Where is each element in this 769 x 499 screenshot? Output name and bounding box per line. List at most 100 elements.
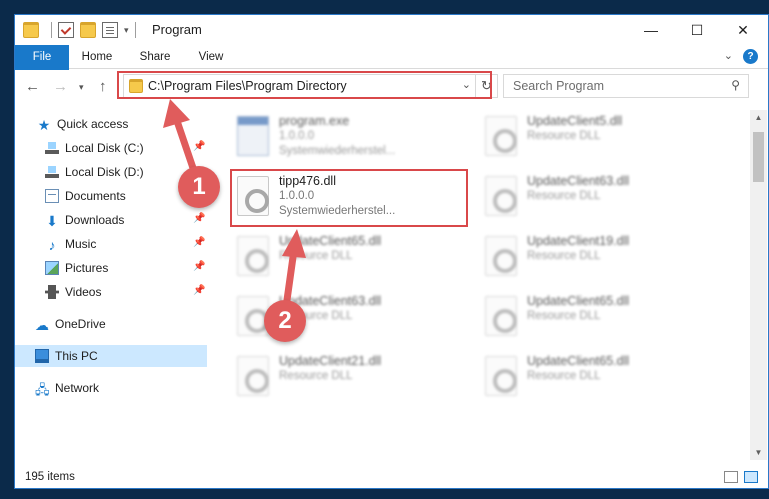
dll-gear-icon (237, 236, 269, 276)
file-description: Resource DLL (527, 310, 601, 322)
nav-item-quick-access[interactable]: ★ Quick access (37, 113, 207, 135)
address-highlight-box (117, 71, 492, 99)
folder-icon (23, 22, 39, 38)
pin-icon: 📌 (193, 141, 206, 152)
back-arrow-icon[interactable]: ← (25, 78, 40, 95)
file-name: UpdateClient21.dll (279, 354, 382, 368)
download-arrow-icon: ⬇ (46, 213, 58, 229)
search-box[interactable]: ⚲ (503, 74, 749, 98)
item-count: 195 items (25, 471, 75, 483)
maximize-button[interactable]: ☐ (674, 15, 720, 45)
file-item[interactable]: program.exe 1.0.0.0 Systemwiederherstel.… (233, 110, 473, 166)
cloud-icon: ☁ (35, 317, 49, 333)
documents-icon (45, 189, 59, 203)
network-icon: 🖧 (35, 382, 50, 397)
file-name: UpdateClient65.dll (527, 354, 630, 368)
file-name: UpdateClient5.dll (527, 114, 623, 128)
up-arrow-icon[interactable]: ↑ (99, 78, 107, 95)
vertical-scrollbar[interactable]: ▲ ▼ (750, 110, 767, 460)
details-view-icon[interactable] (724, 471, 738, 483)
pin-icon: 📌 (193, 261, 206, 272)
forward-arrow-icon[interactable]: → (53, 78, 68, 95)
nav-item-pictures[interactable]: Pictures (45, 257, 207, 279)
nav-item-label: Local Disk (C:) (65, 141, 144, 155)
chevron-down-icon[interactable]: ▾ (124, 25, 129, 36)
exe-file-icon (237, 116, 269, 156)
file-description: Resource DLL (279, 250, 353, 262)
nav-item-label: Quick access (57, 117, 129, 131)
file-item[interactable]: UpdateClient5.dll Resource DLL (481, 110, 721, 166)
tab-view[interactable]: View (191, 45, 231, 69)
file-item[interactable]: UpdateClient19.dll Resource DLL (481, 230, 721, 286)
tab-share[interactable]: Share (133, 45, 177, 69)
nav-item-label: Documents (65, 189, 126, 203)
navigation-pane: ★ Quick access Local Disk (C:) 📌 Local D… (15, 110, 207, 455)
file-name: program.exe (279, 114, 350, 128)
file-highlight-box (230, 169, 468, 227)
annotation-badge-2: 2 (264, 300, 306, 342)
properties-check-icon[interactable] (58, 22, 74, 38)
pin-icon: 📌 (193, 285, 206, 296)
file-name: UpdateClient65.dll (527, 294, 630, 308)
dll-gear-icon (485, 176, 517, 216)
expand-ribbon-icon[interactable]: ⌄ (724, 49, 733, 64)
customize-icon[interactable] (102, 22, 118, 38)
computer-icon (35, 349, 49, 363)
search-input[interactable] (513, 76, 713, 96)
window-title: Program (152, 22, 202, 37)
file-description: Resource DLL (527, 130, 601, 142)
minimize-button[interactable]: — (628, 15, 674, 45)
dll-gear-icon (485, 296, 517, 336)
nav-item-this-pc[interactable]: This PC (15, 345, 207, 367)
tab-home[interactable]: Home (77, 45, 117, 69)
nav-item-label: This PC (55, 349, 98, 363)
close-button[interactable]: ✕ (720, 15, 766, 45)
file-name: UpdateClient19.dll (527, 234, 630, 248)
scroll-down-arrow-icon[interactable]: ▼ (750, 448, 767, 457)
nav-item-network[interactable]: 🖧 Network (35, 377, 207, 399)
dll-gear-icon (485, 116, 517, 156)
pin-icon: 📌 (193, 237, 206, 248)
film-strip-icon (45, 285, 59, 299)
file-description: Resource DLL (279, 370, 353, 382)
annotation-badge-1: 1 (178, 166, 220, 208)
nav-item-label: Videos (65, 285, 102, 299)
file-description: Resource DLL (527, 370, 601, 382)
file-name: UpdateClient65.dll (279, 234, 382, 248)
ribbon: File Home Share View ⌄ ? (15, 45, 768, 101)
search-icon[interactable]: ⚲ (731, 78, 740, 92)
music-note-icon: ♪ (48, 237, 56, 253)
recent-locations-chevron-icon[interactable]: ▾ (79, 82, 84, 93)
nav-item-videos[interactable]: Videos (45, 281, 207, 303)
file-description: Resource DLL (527, 190, 601, 202)
dll-gear-icon (485, 236, 517, 276)
dll-gear-icon (237, 356, 269, 396)
nav-item-downloads[interactable]: ⬇ Downloads (45, 209, 207, 231)
status-bar: 195 items (15, 467, 768, 488)
file-item[interactable]: UpdateClient63.dll Resource DLL (481, 170, 721, 226)
tiles-view-icon[interactable] (744, 471, 758, 483)
nav-item-local-disk-c[interactable]: Local Disk (C:) (45, 137, 207, 159)
nav-item-label: Network (55, 381, 100, 395)
scroll-up-arrow-icon[interactable]: ▲ (750, 113, 767, 122)
file-item[interactable]: UpdateClient21.dll Resource DLL (233, 350, 473, 406)
nav-item-label: Downloads (65, 213, 125, 227)
pin-icon: 📌 (193, 213, 206, 224)
nav-item-label: Pictures (65, 261, 109, 275)
nav-item-label: OneDrive (55, 317, 106, 331)
file-version: 1.0.0.0 (279, 130, 315, 142)
file-list: program.exe 1.0.0.0 Systemwiederherstel.… (215, 110, 745, 455)
file-description: Systemwiederherstel... (279, 145, 396, 157)
file-item[interactable]: UpdateClient65.dll Resource DLL (481, 290, 721, 346)
divider (51, 22, 52, 38)
nav-item-onedrive[interactable]: ☁ OneDrive (35, 313, 207, 335)
scrollbar-thumb[interactable] (753, 132, 764, 182)
file-item[interactable]: UpdateClient65.dll Resource DLL (233, 230, 473, 286)
nav-item-music[interactable]: ♪ Music (45, 233, 207, 255)
pictures-icon (45, 261, 59, 275)
divider (134, 22, 136, 38)
file-item[interactable]: UpdateClient65.dll Resource DLL (481, 350, 721, 406)
help-icon[interactable]: ? (743, 49, 758, 64)
star-icon: ★ (37, 117, 51, 133)
new-folder-icon[interactable] (80, 22, 96, 38)
